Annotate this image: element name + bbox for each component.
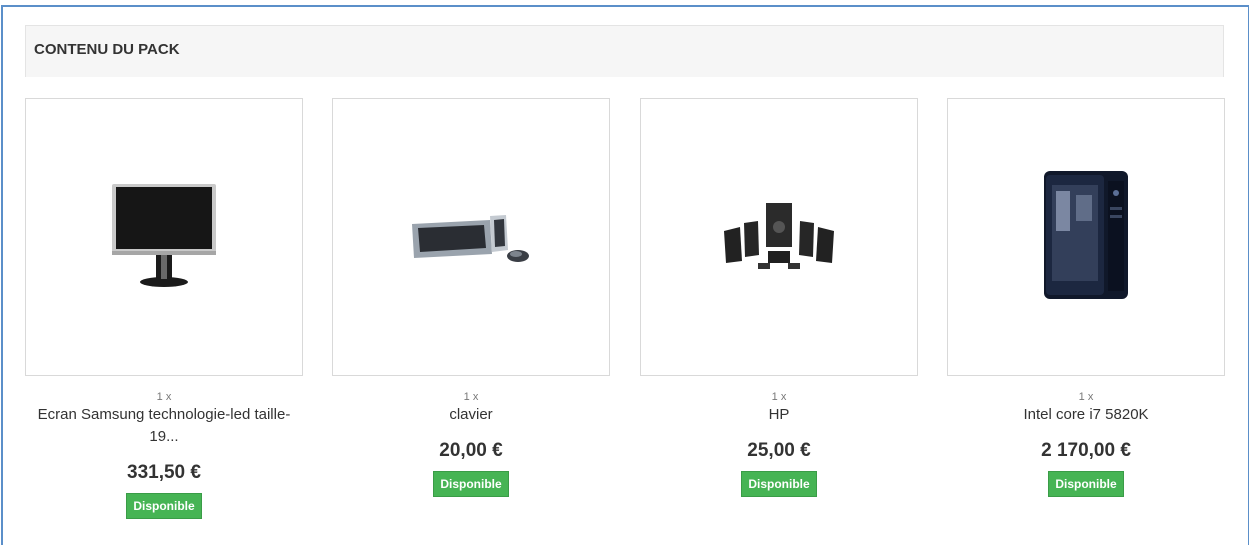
- product-card: 1 x HP 25,00 € Disponible: [640, 98, 918, 497]
- availability-badge[interactable]: Disponible: [433, 471, 509, 497]
- product-quantity: 1 x: [156, 391, 172, 403]
- pc-tower-icon: [1044, 171, 1128, 299]
- section-title: CONTENU DU PACK: [34, 41, 180, 58]
- product-quantity: 1 x: [771, 391, 787, 403]
- keyboard-icon: [412, 215, 529, 262]
- product-name-link[interactable]: HP: [640, 404, 918, 426]
- product-image-link[interactable]: [25, 98, 303, 376]
- product-card: 1 x Intel core i7 5820K 2 170,00 € Dispo…: [947, 98, 1225, 497]
- monitor-icon: [112, 184, 216, 287]
- availability-badge[interactable]: Disponible: [126, 493, 202, 519]
- product-price: 20,00 €: [439, 440, 503, 461]
- product-name-link[interactable]: Ecran Samsung technologie-led taille-19.…: [25, 404, 303, 448]
- product-name-link[interactable]: Intel core i7 5820K: [947, 404, 1225, 426]
- product-card: 1 x Ecran Samsung technologie-led taille…: [25, 98, 303, 519]
- product-image-link[interactable]: [947, 98, 1225, 376]
- availability-badge[interactable]: Disponible: [1048, 471, 1124, 497]
- product-price: 25,00 €: [747, 440, 811, 461]
- product-image-link[interactable]: [640, 98, 918, 376]
- pack-header: CONTENU DU PACK: [25, 25, 1224, 77]
- product-quantity: 1 x: [463, 391, 479, 403]
- product-image-link[interactable]: [332, 98, 610, 376]
- product-price: 331,50 €: [127, 462, 201, 483]
- product-name-link[interactable]: clavier: [332, 404, 610, 426]
- speakers-icon: [724, 203, 834, 269]
- product-quantity: 1 x: [1078, 391, 1094, 403]
- availability-badge[interactable]: Disponible: [741, 471, 817, 497]
- product-price: 2 170,00 €: [1041, 440, 1131, 461]
- product-card: 1 x clavier 20,00 € Disponible: [332, 98, 610, 497]
